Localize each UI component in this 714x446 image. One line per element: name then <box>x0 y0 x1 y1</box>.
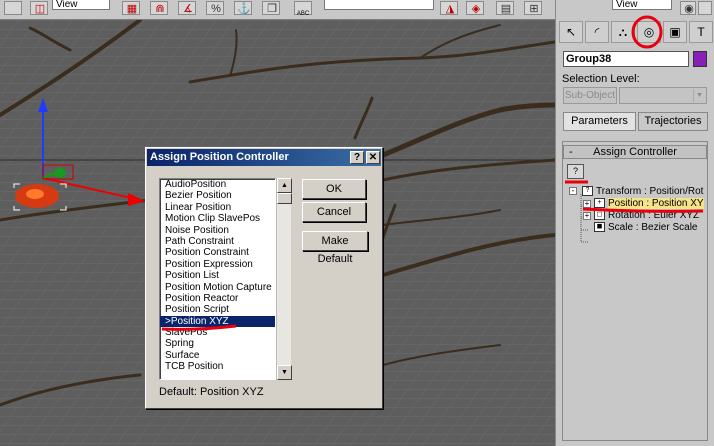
assign-controller-rollout: - Assign Controller ? - ? Transform : Pos… <box>562 141 708 441</box>
rollout-header[interactable]: - Assign Controller <box>563 145 707 159</box>
rollout-title: Assign Controller <box>593 146 677 158</box>
named-selection-dropdown[interactable] <box>324 0 434 10</box>
expand-transform-icon[interactable]: - <box>569 187 577 195</box>
list-item[interactable]: Path Constraint <box>160 236 275 247</box>
cancel-button[interactable]: Cancel <box>302 202 366 222</box>
toolbar-button-region-icon[interactable]: ◫ <box>30 1 48 15</box>
scroll-up-arrow-icon[interactable]: ▲ <box>277 178 292 193</box>
default-controller-label: Default: Position XYZ <box>159 386 264 398</box>
modify-tab-icon[interactable]: ◜ <box>585 21 609 43</box>
list-item[interactable]: Spring <box>160 338 275 349</box>
list-item[interactable]: Surface <box>160 350 275 361</box>
list-item[interactable]: TCB Position <box>160 361 275 372</box>
toolbar-button-mirror-icon[interactable]: ◮ <box>440 1 458 15</box>
list-scrollbar[interactable]: ▲ ▼ <box>276 178 292 380</box>
toolbar-button-abc-icon[interactable]: ABC <box>294 1 312 17</box>
annotation-circle-motion-tab <box>631 15 663 49</box>
list-item[interactable]: Position Constraint <box>160 247 275 258</box>
list-item[interactable]: AudioPosition <box>160 179 275 190</box>
toolbar-button-percent-snap-icon[interactable]: % <box>206 1 224 15</box>
scroll-thumb[interactable] <box>277 193 292 204</box>
controller-list[interactable]: AudioPosition Bezier Position Linear Pos… <box>159 178 276 380</box>
scroll-down-arrow-icon[interactable]: ▼ <box>277 365 292 380</box>
toolbar-button-named-selection-icon[interactable]: ❒ <box>262 1 280 15</box>
assign-position-controller-dialog: Assign Position Controller ? ✕ AudioPosi… <box>145 147 383 409</box>
list-item[interactable]: Noise Position <box>160 225 275 236</box>
main-toolbar: ◫ View ▦ ⋒ ∡ % ⚓ ❒ ABC ◮ ◈ ▤ ⊞ <box>0 0 555 20</box>
reference-coordinate-dropdown[interactable]: View <box>52 0 110 10</box>
toolbar-button-schematic-icon[interactable]: ⊞ <box>524 1 542 15</box>
list-item[interactable]: Linear Position <box>160 202 275 213</box>
command-panel: View ◉ ↖ ◜ ⛬ ◎ ▣ T Group38 Selection Lev… <box>555 0 714 446</box>
utilities-tab-hammer-icon[interactable]: T <box>689 21 713 43</box>
ok-button[interactable]: OK <box>302 179 366 199</box>
toolbar-button-magnet-icon[interactable]: ⋒ <box>150 1 168 15</box>
selection-level-label: Selection Level: <box>562 73 640 85</box>
list-item[interactable]: Position Reactor <box>160 293 275 304</box>
assign-controller-button[interactable]: ? <box>567 164 584 179</box>
list-item[interactable]: Position Motion Capture <box>160 282 275 293</box>
controller-tree[interactable]: - ? Transform : Position/Rot + + Position … <box>565 184 705 304</box>
make-default-button[interactable]: Make Default <box>302 231 368 265</box>
list-item[interactable]: Position Script <box>160 304 275 315</box>
rollout-collapse-icon[interactable]: - <box>569 146 573 158</box>
abc-label: ABC <box>296 11 310 17</box>
tree-node-scale[interactable]: ◼ Scale : Bezier Scale <box>594 222 698 234</box>
sub-object-dropdown[interactable]: ▼ <box>619 87 707 104</box>
dialog-title: Assign Position Controller <box>150 151 289 163</box>
controller-icon: ? <box>582 186 593 197</box>
list-item[interactable]: Bezier Position <box>160 190 275 201</box>
toolbar-button-pivot-icon[interactable]: ▦ <box>122 1 140 15</box>
chevron-down-icon: ▼ <box>693 89 705 102</box>
toolbar-button-select-icon[interactable] <box>4 1 22 15</box>
create-tab-arrow-icon[interactable]: ↖ <box>559 21 583 43</box>
object-color-swatch[interactable] <box>693 51 707 67</box>
object-name-field[interactable]: Group38 <box>563 51 689 67</box>
toolbar-button-angle-snap-icon[interactable]: ∡ <box>178 1 196 15</box>
annotation-underline-position-node <box>582 207 704 213</box>
view-dropdown[interactable]: View <box>612 0 672 10</box>
tab-parameters[interactable]: Parameters <box>563 112 636 131</box>
list-item[interactable]: Position Expression <box>160 259 275 270</box>
list-item[interactable]: Motion Clip SlavePos <box>160 213 275 224</box>
render-teapot-icon[interactable]: ◉ <box>680 1 696 15</box>
quick-render-icon[interactable] <box>698 1 712 15</box>
controller-icon: ◼ <box>594 222 605 233</box>
dialog-title-bar[interactable]: Assign Position Controller ? ✕ <box>147 149 381 166</box>
close-button[interactable]: ✕ <box>366 151 380 164</box>
tree-node-transform[interactable]: ? Transform : Position/Rot <box>582 186 703 198</box>
sub-object-button[interactable]: Sub-Object <box>563 87 617 104</box>
help-button[interactable]: ? <box>350 151 364 164</box>
toolbar-button-curve-editor-icon[interactable]: ▤ <box>496 1 514 15</box>
toolbar-button-align-icon[interactable]: ◈ <box>466 1 484 15</box>
toolbar-button-spinner-snap-icon[interactable]: ⚓ <box>234 1 252 15</box>
annotation-underline-position-xyz <box>161 324 237 331</box>
tab-trajectories[interactable]: Trajectories <box>638 112 708 131</box>
list-item[interactable]: Position List <box>160 270 275 281</box>
